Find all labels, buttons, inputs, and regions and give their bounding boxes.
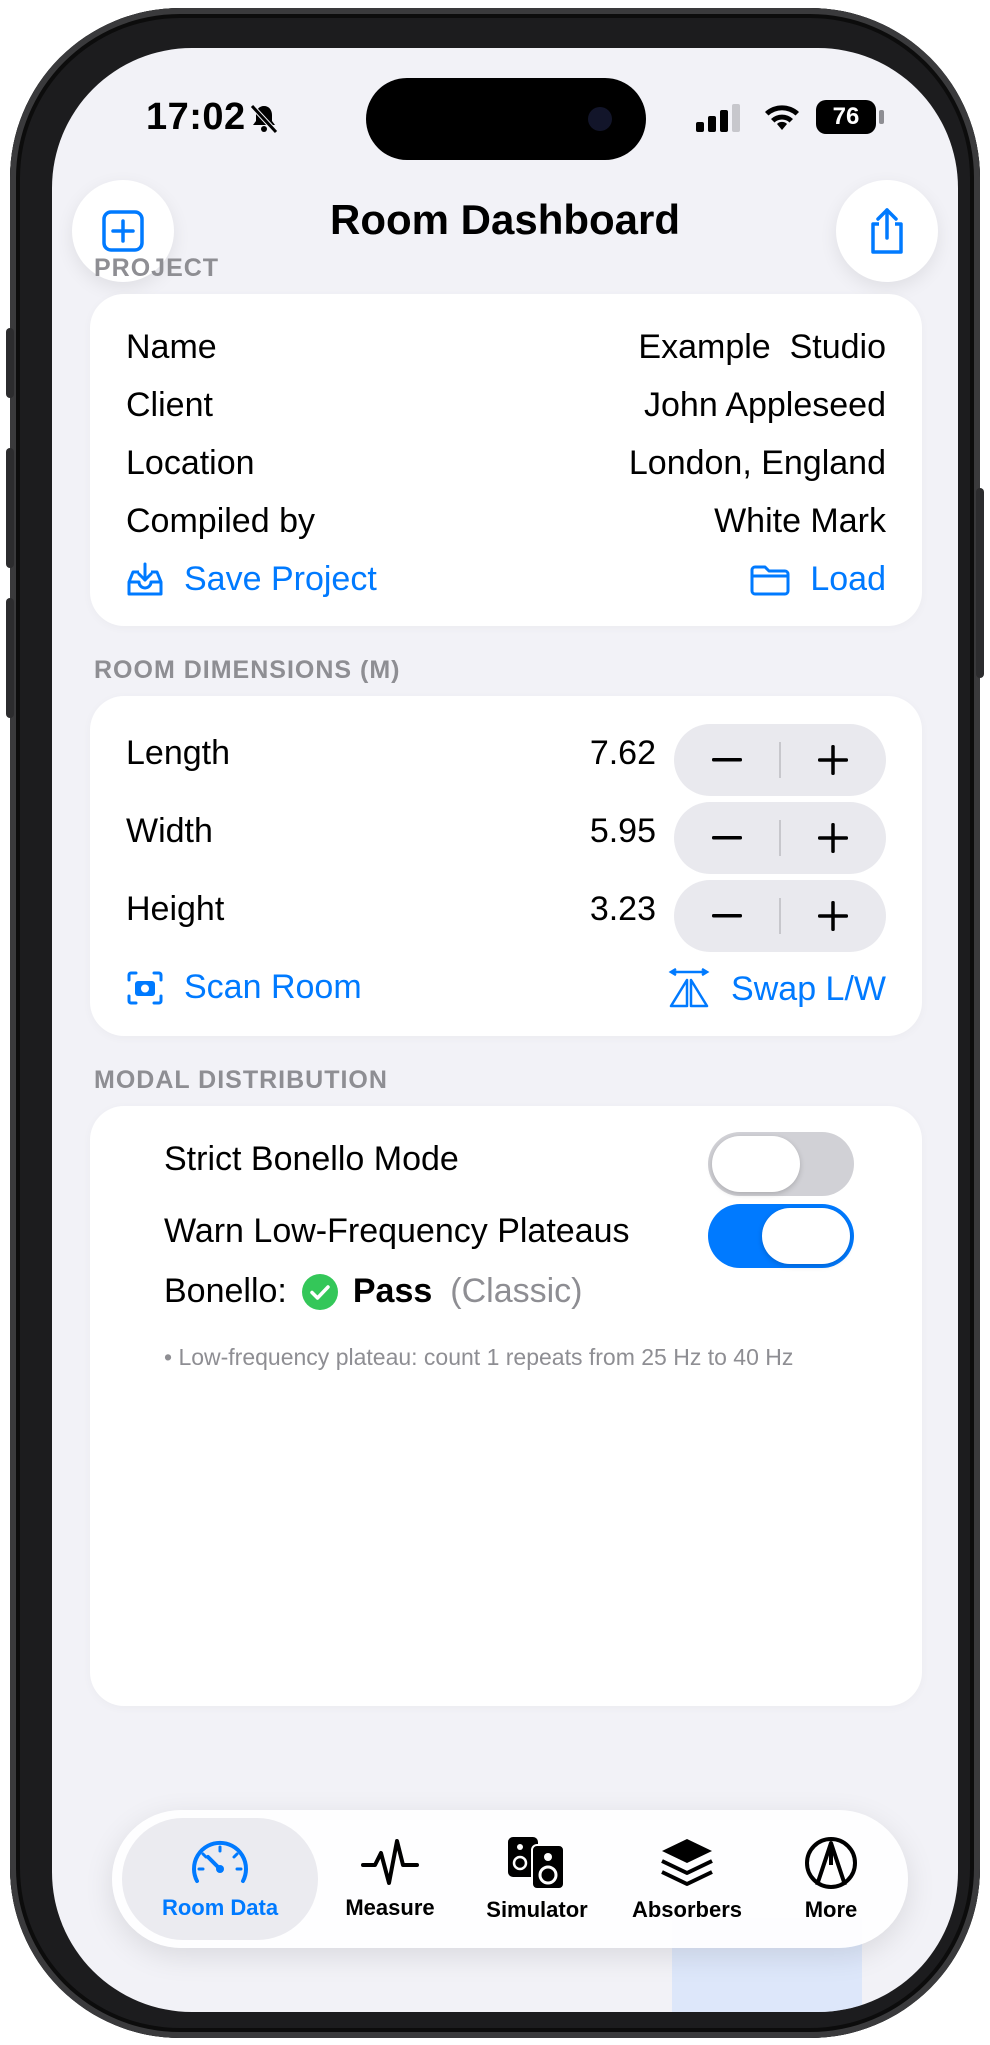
bonello-mode: (Classic): [450, 1272, 583, 1310]
load-label: Load: [810, 560, 886, 598]
strict-bonello-label: Strict Bonello Mode: [164, 1140, 459, 1178]
length-decrement-button[interactable]: [674, 724, 780, 796]
warn-plateaus-toggle[interactable]: [708, 1204, 854, 1268]
phone-frame: 17:02 76 Room Dashboard PROJECT Name Exa…: [6, 8, 984, 2038]
length-stepper: [674, 724, 886, 796]
bonello-result: Pass: [352, 1272, 433, 1310]
folder-icon: [750, 565, 790, 595]
tab-label: Simulator: [486, 1897, 588, 1922]
cellular-signal-icon: [696, 104, 742, 137]
bonello-result-row: Bonello: Pass (Classic): [164, 1272, 583, 1311]
tab-label: More: [804, 1897, 858, 1922]
share-button[interactable]: [836, 180, 938, 282]
speakers-icon: [508, 1837, 565, 1890]
dynamic-island: [366, 78, 646, 160]
action-button: [6, 328, 14, 398]
length-value: 7.62: [589, 734, 656, 772]
plus-icon: [818, 823, 848, 853]
tray-download-icon: [127, 562, 163, 595]
strict-bonello-toggle[interactable]: [708, 1132, 854, 1196]
front-camera: [588, 107, 612, 131]
gauge-icon: [192, 1840, 248, 1883]
bell-slash-icon: [248, 102, 280, 139]
height-stepper: [674, 880, 886, 952]
save-project-label: Save Project: [184, 560, 377, 598]
width-decrement-button[interactable]: [674, 802, 780, 874]
swap-triangles-icon: [668, 968, 710, 1008]
tuning-fork-icon: [805, 1837, 857, 1889]
length-increment-button[interactable]: [780, 724, 886, 796]
width-label: Width: [126, 812, 213, 850]
tab-measure[interactable]: Measure: [322, 1810, 458, 1948]
dimensions-section-label: ROOM DIMENSIONS (M): [94, 656, 401, 684]
project-card: Name Example Studio Client John Applesee…: [90, 294, 922, 626]
tab-simulator[interactable]: Simulator: [462, 1810, 612, 1948]
battery-tip: [879, 110, 884, 124]
check-circle-icon: [301, 1273, 338, 1310]
warn-plateaus-label: Warn Low-Frequency Plateaus: [164, 1212, 630, 1250]
waveform-icon: [361, 1839, 419, 1885]
screen: 17:02 76 Room Dashboard PROJECT Name Exa…: [52, 48, 958, 2012]
wifi-icon: [762, 102, 802, 137]
project-client-value[interactable]: John Appleseed: [644, 386, 886, 425]
minus-icon: [712, 836, 742, 840]
modal-card: Strict Bonello Mode Warn Low-Frequency P…: [90, 1106, 922, 1706]
tab-room-data[interactable]: Room Data: [122, 1810, 318, 1948]
project-location-value[interactable]: London, England: [629, 444, 886, 483]
swap-lw-label: Swap L/W: [731, 969, 886, 1008]
camera-viewfinder-icon: [127, 971, 163, 1004]
power-button: [976, 488, 984, 678]
load-project-button[interactable]: Load: [750, 560, 886, 599]
scan-room-label: Scan Room: [184, 968, 362, 1006]
project-section-label: PROJECT: [94, 254, 220, 282]
volume-down-button: [6, 598, 14, 718]
swap-lw-button[interactable]: Swap L/W: [667, 968, 886, 1010]
tab-label: Absorbers: [631, 1897, 743, 1922]
project-client-label: Client: [126, 386, 213, 424]
length-label: Length: [126, 734, 230, 772]
tab-absorbers[interactable]: Absorbers: [612, 1810, 762, 1948]
tab-bar: Room Data Measure Simulator Absorbers Mo…: [112, 1810, 908, 1948]
toggle-knob: [712, 1136, 800, 1192]
page-title: Room Dashboard: [329, 196, 681, 243]
project-location-label: Location: [126, 444, 255, 482]
toggle-knob: [762, 1208, 850, 1264]
project-name-value[interactable]: Example Studio: [638, 328, 886, 367]
minus-icon: [712, 758, 742, 762]
bonello-label: Bonello:: [164, 1272, 287, 1310]
dimensions-card: Length 7.62 Width 5.95 Height 3.23 Scan …: [90, 696, 922, 1036]
project-compiled-by-value[interactable]: White Mark: [714, 502, 886, 541]
battery-indicator: 76: [816, 100, 876, 134]
tab-label: Room Data: [161, 1895, 279, 1920]
save-project-button[interactable]: Save Project: [126, 560, 377, 599]
scan-room-button[interactable]: Scan Room: [126, 968, 362, 1007]
width-value: 5.95: [589, 812, 656, 850]
width-stepper: [674, 802, 886, 874]
minus-icon: [712, 914, 742, 918]
height-decrement-button[interactable]: [674, 880, 780, 952]
height-label: Height: [126, 890, 225, 928]
plus-icon: [818, 901, 848, 931]
project-compiled-by-label: Compiled by: [126, 502, 315, 540]
share-icon: [871, 208, 903, 254]
plateau-note: • Low-frequency plateau: count 1 repeats…: [164, 1344, 794, 1370]
tab-label: Measure: [345, 1895, 435, 1920]
volume-up-button: [6, 448, 14, 568]
tab-more[interactable]: More: [766, 1810, 896, 1948]
project-name-label: Name: [126, 328, 217, 366]
height-increment-button[interactable]: [780, 880, 886, 952]
layers-icon: [661, 1839, 713, 1886]
modal-section-label: MODAL DISTRIBUTION: [94, 1066, 388, 1094]
height-value: 3.23: [589, 890, 656, 928]
status-time: 17:02: [146, 96, 246, 138]
width-increment-button[interactable]: [780, 802, 886, 874]
plus-icon: [818, 745, 848, 775]
